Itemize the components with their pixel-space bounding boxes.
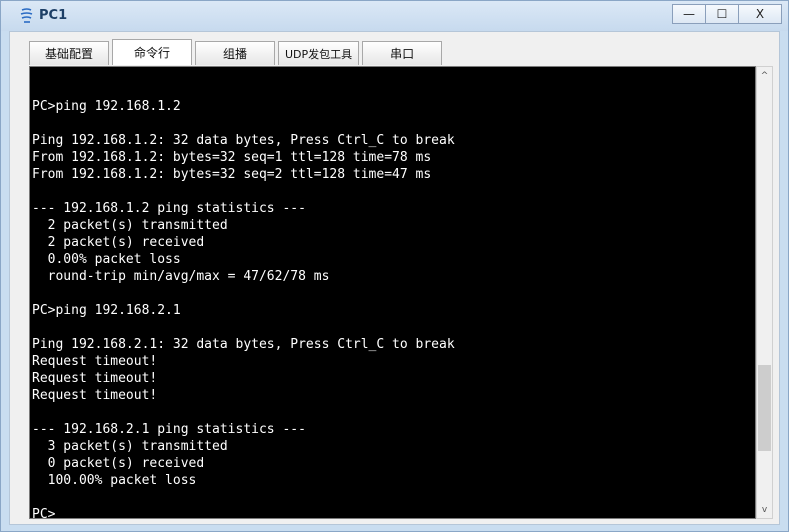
tab-label: 命令行 — [133, 46, 170, 60]
terminal-line: PC>ping 192.168.2.1 — [32, 303, 181, 318]
vertical-scrollbar[interactable]: ^ v — [756, 66, 773, 519]
terminal-line: --- 192.168.2.1 ping statistics --- — [32, 422, 306, 437]
terminal-line: Ping 192.168.2.1: 32 data bytes, Press C… — [32, 337, 455, 352]
scroll-down-button[interactable]: v — [757, 501, 772, 518]
terminal-line: 0.00% packet loss — [32, 252, 181, 267]
terminal-line: From 192.168.1.2: bytes=32 seq=2 ttl=128… — [32, 167, 432, 182]
terminal-line: 0 packet(s) received — [32, 456, 205, 471]
terminal-line: 100.00% packet loss — [32, 473, 197, 488]
tab-command-line[interactable]: 命令行 — [112, 39, 192, 65]
terminal-line: 2 packet(s) transmitted — [32, 218, 228, 233]
chevron-up-icon: ^ — [760, 70, 769, 81]
maximize-icon: ☐ — [716, 7, 728, 21]
terminal-line: --- 192.168.1.2 ping statistics --- — [32, 201, 306, 216]
tab-basic-config[interactable]: 基础配置 — [29, 41, 109, 65]
tab-label: 串口 — [390, 47, 415, 61]
tab-udp-tool[interactable]: UDP发包工具 — [278, 41, 360, 65]
terminal-line: Ping 192.168.1.2: 32 data bytes, Press C… — [32, 133, 455, 148]
terminal-line: PC>ping 192.168.1.2 — [32, 99, 181, 114]
title-bar[interactable]: PC1 — ☐ X — [1, 1, 788, 31]
main-panel: 基础配置 命令行 组播 UDP发包工具 串口 PC>ping 192.168.1… — [9, 31, 780, 525]
close-icon: X — [755, 7, 765, 21]
tab-multicast[interactable]: 组播 — [195, 41, 275, 65]
terminal-line: round-trip min/avg/max = 47/62/78 ms — [32, 269, 330, 284]
terminal-line: Request timeout! — [32, 371, 158, 386]
tab-label: 组播 — [222, 47, 247, 61]
maximize-button[interactable]: ☐ — [705, 4, 739, 24]
chevron-down-icon: v — [761, 504, 768, 515]
tab-label: UDP发包工具 — [285, 47, 353, 61]
scrollbar-thumb[interactable] — [758, 365, 771, 452]
minimize-icon: — — [683, 7, 695, 21]
app-logo-icon — [20, 8, 33, 23]
terminal-line: Request timeout! — [32, 388, 158, 403]
scroll-up-button[interactable]: ^ — [757, 67, 772, 84]
window-controls: — ☐ X — [672, 4, 782, 26]
minimize-button[interactable]: — — [672, 4, 706, 24]
terminal-line: 3 packet(s) transmitted — [32, 439, 228, 454]
terminal-line: Request timeout! — [32, 354, 158, 369]
app-window: PC1 — ☐ X 基础配置 命令行 组播 UDP发包工具 串口 PC>ping… — [0, 0, 789, 532]
tab-serial-port[interactable]: 串口 — [362, 41, 443, 65]
tab-label: 基础配置 — [44, 47, 93, 61]
terminal-output[interactable]: PC>ping 192.168.1.2 Ping 192.168.1.2: 32 … — [29, 66, 756, 519]
window-title: PC1 — [39, 8, 68, 23]
terminal-line: PC> — [32, 507, 56, 519]
tab-bar: 基础配置 命令行 组播 UDP发包工具 串口 — [29, 39, 445, 67]
close-button[interactable]: X — [738, 4, 782, 24]
terminal-line: 2 packet(s) received — [32, 235, 205, 250]
terminal-line: From 192.168.1.2: bytes=32 seq=1 ttl=128… — [32, 150, 432, 165]
